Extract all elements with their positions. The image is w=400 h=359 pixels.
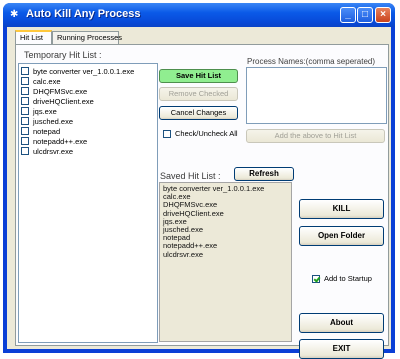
item-label: notepad — [33, 126, 61, 136]
item-checkbox[interactable] — [21, 117, 29, 125]
check-uncheck-all-box[interactable] — [163, 129, 171, 138]
temporary-hit-list-item[interactable]: ulcdrsvr.exe — [19, 146, 157, 156]
app-window: ✱ Auto Kill Any Process _ □ × Hit List R… — [3, 3, 395, 359]
temporary-hit-list-item[interactable]: DHQFMSvc.exe — [19, 86, 157, 96]
remove-checked-button[interactable]: Remove Checked — [159, 87, 238, 101]
item-checkbox[interactable] — [21, 147, 29, 155]
item-checkbox[interactable] — [21, 137, 29, 145]
item-label: DHQFMSvc.exe — [33, 86, 88, 96]
saved-hit-list: byte converter ver_1.0.0.1.exe calc.exe DH… — [159, 182, 292, 342]
item-label: calc.exe — [33, 76, 61, 86]
add-to-startup-label: Add to Startup — [324, 274, 372, 283]
item-label: notepadd++.exe — [33, 136, 88, 146]
open-folder-button[interactable]: Open Folder — [299, 226, 384, 246]
saved-hit-list-item: ulcdrsvr.exe — [163, 249, 204, 259]
add-to-startup-box[interactable] — [312, 274, 320, 283]
item-label: driveHQClient.exe — [33, 96, 94, 106]
refresh-button[interactable]: Refresh — [234, 167, 294, 181]
temporary-hit-list-label: Temporary Hit List : — [24, 50, 102, 60]
item-checkbox[interactable] — [21, 97, 29, 105]
temporary-hit-list[interactable]: byte converter ver_1.0.0.1.exe calc.exe DH… — [18, 63, 158, 343]
process-names-label: Process Names:(comma seperated) — [247, 57, 376, 66]
temporary-hit-list-item[interactable]: jqs.exe — [19, 106, 157, 116]
tab-hit-list[interactable]: Hit List — [15, 30, 52, 44]
check-uncheck-all-label: Check/Uncheck All — [175, 129, 238, 138]
tab-running-processes[interactable]: Running Processes — [52, 31, 122, 44]
title-bar[interactable]: ✱ Auto Kill Any Process _ □ × — [3, 3, 395, 27]
window-title: Auto Kill Any Process — [26, 8, 141, 20]
item-checkbox[interactable] — [21, 107, 29, 115]
item-label: jqs.exe — [33, 106, 57, 116]
kill-button[interactable]: KILL — [299, 199, 384, 219]
item-checkbox[interactable] — [21, 87, 29, 95]
app-bug-icon: ✱ — [10, 9, 19, 20]
item-label: ulcdrsvr.exe — [33, 146, 74, 156]
exit-button[interactable]: EXIT — [299, 339, 384, 359]
item-checkbox[interactable] — [21, 77, 29, 85]
cancel-changes-button[interactable]: Cancel Changes — [159, 106, 238, 120]
maximize-button[interactable]: □ — [357, 7, 373, 23]
save-hit-list-button[interactable]: Save Hit List — [159, 69, 238, 83]
close-button[interactable]: × — [375, 7, 391, 23]
temporary-hit-list-item[interactable]: notepadd++.exe — [19, 136, 157, 146]
temporary-hit-list-item[interactable]: jusched.exe — [19, 116, 157, 126]
item-checkbox[interactable] — [21, 127, 29, 135]
window-client-area: Hit List Running Processes Temporary Hit… — [7, 27, 391, 359]
minimize-button[interactable]: _ — [340, 7, 356, 23]
hit-list-panel: Temporary Hit List : byte converter ver_… — [15, 44, 389, 359]
item-label: jusched.exe — [33, 116, 74, 126]
add-to-hit-list-button[interactable]: Add the above to Hit List — [246, 129, 385, 143]
temporary-hit-list-item[interactable]: byte converter ver_1.0.0.1.exe — [19, 66, 157, 76]
add-to-startup-checkbox[interactable]: Add to Startup — [310, 274, 372, 283]
check-uncheck-all-checkbox[interactable]: Check/Uncheck All — [161, 129, 238, 138]
temporary-hit-list-item[interactable]: calc.exe — [19, 76, 157, 86]
saved-hit-list-label: Saved Hit List : — [160, 171, 221, 181]
about-button[interactable]: About — [299, 313, 384, 333]
temporary-hit-list-item[interactable]: driveHQClient.exe — [19, 96, 157, 106]
item-checkbox[interactable] — [21, 67, 29, 75]
temporary-hit-list-item[interactable]: notepad — [19, 126, 157, 136]
process-names-input[interactable] — [246, 67, 387, 124]
item-label: byte converter ver_1.0.0.1.exe — [33, 66, 135, 76]
